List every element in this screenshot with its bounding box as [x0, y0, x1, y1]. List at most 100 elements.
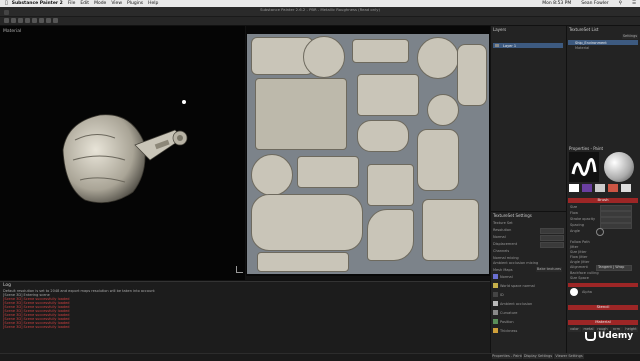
material-sphere-preview[interactable]: [604, 152, 634, 182]
alignment-value[interactable]: Tangent | Wrap: [598, 265, 624, 269]
height-thumbnail[interactable]: [608, 184, 618, 192]
menu-view[interactable]: View: [111, 1, 122, 6]
window-titlebar: Substance Painter 2.6.2 - PBR - Metallic…: [0, 7, 640, 17]
uv-island: [297, 156, 359, 188]
normal-map-thumb[interactable]: [493, 274, 498, 279]
apple-icon[interactable]: : [5, 1, 8, 6]
axis-gizmo-icon: [236, 266, 243, 273]
follow-path-label: Follow Path: [570, 240, 590, 244]
alignment-label: Alignment: [570, 265, 588, 269]
light-icon[interactable]: [182, 100, 186, 104]
user-name[interactable]: Sean Fowler: [581, 1, 608, 6]
setting-row: Ambient occlusion mixing: [493, 261, 539, 265]
uv-island: [417, 37, 459, 79]
roughness-thumbnail[interactable]: [621, 184, 631, 192]
normal-dropdown[interactable]: [540, 235, 564, 241]
uv-island: [251, 194, 363, 251]
paint-brush-icon[interactable]: [4, 18, 9, 23]
spacing-label: Spacing: [570, 223, 584, 227]
menu-file[interactable]: File: [68, 1, 76, 6]
uv-island: [303, 36, 345, 78]
settings-button[interactable]: Settings: [622, 34, 638, 39]
camera-icon[interactable]: [53, 18, 58, 23]
world-normal-thumb[interactable]: [493, 283, 498, 288]
texture-set-list-title: TextureSet List: [569, 27, 599, 32]
alpha-thumbnail[interactable]: [569, 184, 579, 192]
mesh-map-label: World space normal: [500, 284, 535, 288]
setting-row: Channels: [493, 249, 510, 253]
stencil-thumbnail[interactable]: [582, 184, 592, 192]
material-tab-color[interactable]: color: [568, 327, 581, 332]
ao-map-thumb[interactable]: [493, 301, 498, 306]
position-map-thumb[interactable]: [493, 319, 498, 324]
properties-title: Properties - Paint: [569, 146, 604, 151]
bake-textures-button[interactable]: Bake textures: [536, 267, 562, 272]
resolution-dropdown[interactable]: [540, 228, 564, 234]
eraser-icon[interactable]: [11, 18, 16, 23]
tab-display-settings[interactable]: Display Settings: [523, 354, 553, 359]
udemy-watermark: Udemy: [585, 331, 633, 341]
menu-icon[interactable]: [4, 10, 9, 15]
texture-set-settings-title: TextureSet Settings: [493, 213, 532, 218]
spaceship-model[interactable]: [55, 100, 205, 210]
uv-island: [352, 39, 409, 63]
layers-title: Layers: [493, 27, 507, 32]
tab-viewer-settings[interactable]: Viewer Settings: [554, 354, 584, 359]
thickness-map-thumb[interactable]: [493, 328, 498, 333]
window-title: Substance Painter 2.6.2 - PBR - Metallic…: [260, 7, 380, 12]
mesh-map-label: Curvature: [500, 311, 518, 315]
layers-panel: [490, 26, 566, 211]
displacement-dropdown[interactable]: [540, 242, 564, 248]
menu-list-icon[interactable]: ☰: [632, 1, 636, 6]
uv-island: [251, 154, 293, 196]
viewport-3d-label: Material: [3, 29, 22, 34]
menu-plugins[interactable]: Plugins: [127, 1, 143, 6]
uv-island: [367, 164, 414, 206]
menu-mode[interactable]: Mode: [94, 1, 106, 6]
angle-jitter-label: Angle Jitter: [570, 260, 590, 264]
curvature-map-thumb[interactable]: [493, 310, 498, 315]
id-map-thumb[interactable]: [493, 292, 498, 297]
uv-island: [457, 44, 487, 106]
backface-culling-label: Backface culling: [570, 271, 599, 275]
uv-island: [255, 78, 347, 150]
size-label: Size: [570, 205, 578, 209]
spacing-slider[interactable]: [600, 223, 632, 229]
mesh-map-label: Thickness: [500, 329, 518, 333]
material-section-header[interactable]: Material: [568, 319, 638, 325]
color-thumbnail[interactable]: [595, 184, 605, 192]
clone-icon[interactable]: [39, 18, 44, 23]
tab-properties-paint[interactable]: Properties - Paint: [492, 354, 522, 359]
smudge-icon[interactable]: [32, 18, 37, 23]
clock: Mon 8:53 PM: [542, 0, 572, 6]
menu-edit[interactable]: Edit: [80, 1, 89, 6]
brush-stroke-icon: [571, 158, 597, 176]
setting-row: Displacement: [493, 242, 518, 246]
layer-name[interactable]: Layer 1: [503, 44, 516, 48]
udemy-logo-icon: [585, 331, 596, 341]
texture-set-name[interactable]: Ship_Environment: [575, 41, 607, 45]
log-line: [Scene 3D] Scene successfully loaded: [3, 325, 70, 329]
angle-dial-icon[interactable]: [596, 228, 604, 236]
menu-help[interactable]: Help: [148, 1, 158, 6]
alpha-preview[interactable]: [570, 288, 578, 296]
app-menu[interactable]: Substance Painter 2: [12, 1, 63, 6]
stencil-section-header[interactable]: Stencil: [568, 304, 638, 310]
size-space-label: Size Space: [570, 276, 589, 280]
uv-island: [357, 74, 419, 116]
visibility-icon[interactable]: [495, 44, 499, 47]
size-jitter-label: Size Jitter: [570, 250, 587, 254]
search-icon[interactable]: ⚲: [619, 1, 622, 6]
uv-island: [427, 94, 459, 126]
polygon-fill-icon[interactable]: [25, 18, 30, 23]
mesh-map-label: Normal: [500, 275, 513, 279]
projection-icon[interactable]: [18, 18, 23, 23]
color-picker-icon[interactable]: [46, 18, 51, 23]
setting-row: Mesh Maps: [493, 268, 513, 272]
uv-island: [417, 129, 459, 191]
brush-preview[interactable]: [569, 152, 599, 182]
uv-texture-sheet[interactable]: [247, 34, 489, 274]
alpha-label: Alpha: [582, 290, 592, 294]
alpha-section-header[interactable]: [568, 283, 638, 287]
brush-section-header[interactable]: Brush: [568, 197, 638, 203]
